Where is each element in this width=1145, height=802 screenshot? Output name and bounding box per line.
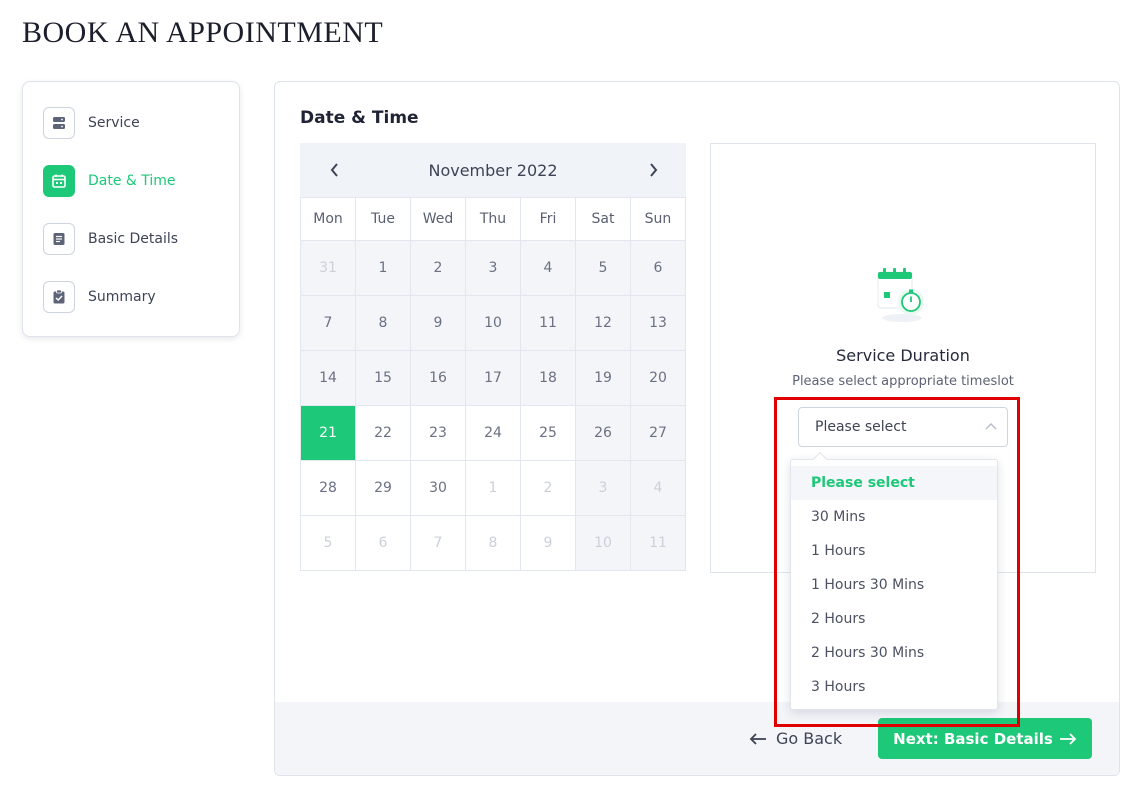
weekday-header: Sun (631, 198, 686, 241)
calendar-day: 31 (301, 241, 356, 296)
calendar-day: 11 (631, 516, 686, 571)
duration-dropdown: Please select 30 Mins 1 Hours 1 Hours 30 Mi… (790, 451, 998, 710)
document-icon (43, 223, 75, 255)
calendar-day[interactable]: 13 (631, 296, 686, 351)
service-duration-subtitle: Please select appropriate timeslot (792, 374, 1014, 389)
calendar-day[interactable]: 28 (301, 461, 356, 516)
calendar-day[interactable]: 16 (411, 351, 466, 406)
calendar-stopwatch-icon (874, 264, 930, 328)
calendar-day[interactable]: 5 (576, 241, 631, 296)
sidebar-item-service[interactable]: Service (43, 106, 140, 140)
calendar-day[interactable]: 30 (411, 461, 466, 516)
calendar-day[interactable]: 9 (411, 296, 466, 351)
arrow-right-icon (1059, 732, 1077, 745)
duration-option[interactable]: 1 Hours (791, 534, 997, 568)
sidebar-item-label: Date & Time (88, 173, 176, 189)
calendar-day: 10 (576, 516, 631, 571)
duration-option[interactable]: 30 Mins (791, 500, 997, 534)
chevron-left-icon (330, 163, 338, 177)
duration-option[interactable]: Please select (791, 466, 997, 500)
section-title: Date & Time (300, 108, 419, 128)
calendar-day-selected[interactable]: 21 (301, 406, 356, 461)
steps-sidebar: Service Date & Time Basic Details Summar… (22, 81, 240, 337)
duration-option[interactable]: 3 Hours (791, 670, 997, 704)
weekday-header: Sat (576, 198, 631, 241)
calendar-day: 7 (411, 516, 466, 571)
calendar-day[interactable]: 15 (356, 351, 411, 406)
sidebar-item-label: Summary (88, 289, 156, 305)
calendar-day[interactable]: 23 (411, 406, 466, 461)
calendar-day[interactable]: 6 (631, 241, 686, 296)
weekday-header: Thu (466, 198, 521, 241)
weekday-header: Tue (356, 198, 411, 241)
clipboard-check-icon (43, 281, 75, 313)
calendar-day: 9 (521, 516, 576, 571)
duration-select-value: Please select (815, 419, 907, 435)
calendar: November 2022 Mon Tue Wed Thu Fri Sat Sun 31 1 2 3… (300, 143, 686, 571)
duration-option[interactable]: 2 Hours (791, 602, 997, 636)
calendar-month-label: November 2022 (428, 160, 558, 180)
go-back-label: Go Back (776, 729, 843, 748)
calendar-day[interactable]: 11 (521, 296, 576, 351)
next-basic-details-button[interactable]: Next: Basic Details (878, 718, 1092, 759)
calendar-day[interactable]: 19 (576, 351, 631, 406)
calendar-day: 3 (576, 461, 631, 516)
duration-option[interactable]: 1 Hours 30 Mins (791, 568, 997, 602)
calendar-day[interactable]: 3 (466, 241, 521, 296)
weekday-header: Mon (301, 198, 356, 241)
calendar-day[interactable]: 1 (356, 241, 411, 296)
calendar-day[interactable]: 17 (466, 351, 521, 406)
sidebar-item-basic-details[interactable]: Basic Details (43, 222, 178, 256)
next-button-target: Basic Details (943, 729, 1053, 748)
calendar-day[interactable]: 25 (521, 406, 576, 461)
duration-options-list: Please select 30 Mins 1 Hours 1 Hours 30 Mi… (791, 466, 997, 704)
calendar-day[interactable]: 14 (301, 351, 356, 406)
calendar-day[interactable]: 8 (356, 296, 411, 351)
weekday-header: Fri (521, 198, 576, 241)
calendar-day[interactable]: 27 (631, 406, 686, 461)
sidebar-item-summary[interactable]: Summary (43, 280, 156, 314)
calendar-day[interactable]: 12 (576, 296, 631, 351)
calendar-day[interactable]: 29 (356, 461, 411, 516)
prev-month-button[interactable] (323, 158, 347, 182)
calendar-header: November 2022 (300, 143, 686, 197)
page-title: BOOK AN APPOINTMENT (22, 16, 384, 49)
server-icon (43, 107, 75, 139)
duration-option[interactable]: 2 Hours 30 Mins (791, 636, 997, 670)
card-footer: Go Back Next: Basic Details (275, 702, 1119, 775)
go-back-button[interactable]: Go Back (749, 729, 842, 748)
calendar-day: 1 (466, 461, 521, 516)
calendar-day: 2 (521, 461, 576, 516)
next-month-button[interactable] (641, 158, 665, 182)
calendar-day[interactable]: 10 (466, 296, 521, 351)
duration-select[interactable]: Please select (798, 407, 1008, 447)
calendar-day[interactable]: 4 (521, 241, 576, 296)
next-button-prefix: Next: (893, 729, 944, 748)
calendar-day[interactable]: 18 (521, 351, 576, 406)
calendar-day: 6 (356, 516, 411, 571)
sidebar-item-label: Service (88, 115, 140, 131)
calendar-grid: Mon Tue Wed Thu Fri Sat Sun 31 1 2 3 4 5 6 7 8 9 10 11 12 13… (300, 197, 686, 571)
calendar-day[interactable]: 26 (576, 406, 631, 461)
calendar-day: 4 (631, 461, 686, 516)
calendar-day[interactable]: 20 (631, 351, 686, 406)
chevron-up-icon (985, 423, 997, 430)
calendar-day[interactable]: 7 (301, 296, 356, 351)
next-button-label: Next: Basic Details (893, 730, 1053, 748)
calendar-day: 8 (466, 516, 521, 571)
calendar-day[interactable]: 2 (411, 241, 466, 296)
chevron-right-icon (650, 163, 658, 177)
sidebar-item-date-time[interactable]: Date & Time (43, 164, 176, 198)
calendar-icon (43, 165, 75, 197)
calendar-day: 5 (301, 516, 356, 571)
calendar-day[interactable]: 24 (466, 406, 521, 461)
arrow-left-icon (749, 732, 766, 745)
calendar-day[interactable]: 22 (356, 406, 411, 461)
sidebar-item-label: Basic Details (88, 231, 179, 247)
weekday-header: Wed (411, 198, 466, 241)
service-duration-title: Service Duration (836, 346, 970, 365)
